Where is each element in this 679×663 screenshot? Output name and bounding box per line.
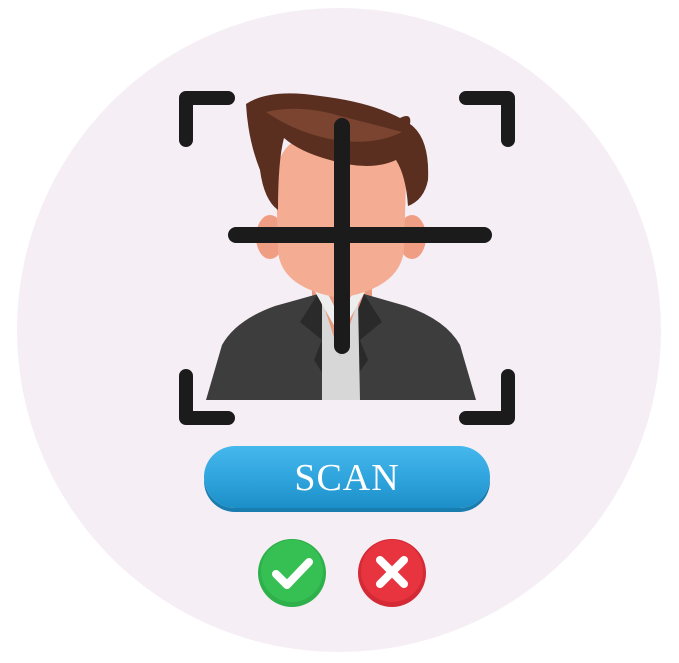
- scan-button[interactable]: SCAN: [204, 446, 490, 508]
- checkmark-icon: [258, 539, 326, 607]
- approve-button[interactable]: [256, 537, 328, 609]
- scan-button-label: SCAN: [294, 457, 400, 499]
- face-scan-illustration: SCAN: [0, 0, 679, 658]
- illustration-canvas: [17, 8, 661, 652]
- reject-button[interactable]: [356, 537, 428, 609]
- x-mark-icon: [358, 539, 426, 607]
